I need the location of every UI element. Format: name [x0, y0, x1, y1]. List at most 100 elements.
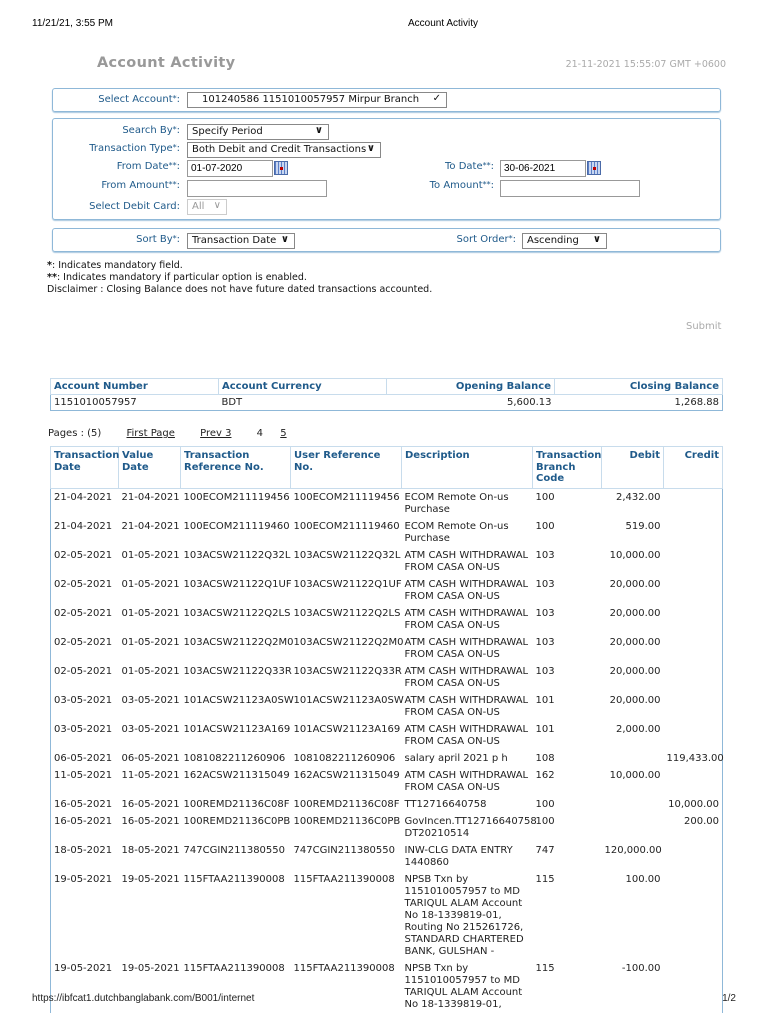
description: TT12716640758 — [404, 798, 487, 810]
user-reference: 1081082211260906 — [293, 752, 396, 764]
table-row: 21-04-2021 21-04-2021 100ECOM211119456 100E… — [51, 488, 723, 518]
user-reference: 115FTAA211390008 — [293, 873, 395, 885]
value-date: 11-05-2021 — [121, 769, 180, 781]
table-row: 06-05-2021 06-05-2021 1081082211260906 1081… — [51, 750, 724, 767]
branch-code: 108 — [535, 752, 555, 764]
chevron-down-icon: ∨ — [213, 200, 221, 211]
table-row: 02-05-2021 01-05-2021 103ACSW21122Q1UF 103A… — [51, 576, 723, 605]
search-by-dropdown[interactable]: Specify Period ∨ — [187, 124, 329, 140]
user-reference: 103ACSW21122Q32L — [293, 549, 401, 561]
transaction-date: 19-05-2021 — [54, 962, 113, 974]
description: ATM CASH WITHDRAWAL FROM CASA ON-US — [404, 636, 529, 660]
calendar-icon[interactable] — [274, 161, 288, 175]
branch-code: 100 — [535, 815, 555, 827]
user-reference: 100REMD21136C0PB — [293, 815, 401, 827]
credit-amount — [664, 721, 723, 750]
value-date: 19-05-2021 — [121, 962, 180, 974]
transaction-reference: 103ACSW21122Q1UF — [183, 578, 292, 590]
value-date: 01-05-2021 — [121, 578, 180, 590]
value-date: 01-05-2021 — [121, 636, 180, 648]
branch-code: 103 — [535, 578, 555, 590]
credit-amount: 119,433.00 — [666, 752, 724, 764]
search-by-label: Search By*: — [122, 125, 180, 136]
transaction-date: 02-05-2021 — [54, 665, 113, 677]
debit-amount: 2,432.00 — [615, 491, 661, 503]
branch-code: 747 — [535, 844, 555, 856]
credit-amount — [664, 871, 723, 960]
print-title: Account Activity — [408, 18, 479, 29]
sort-by-dropdown[interactable]: Transaction Date ∨ — [187, 233, 295, 249]
first-page-link[interactable]: First Page — [127, 428, 175, 439]
debit-amount: 120,000.00 — [604, 844, 662, 856]
credit-amount — [664, 663, 723, 692]
debit-amount — [602, 796, 664, 813]
sort-panel: Sort By*: Transaction Date ∨ Sort Order*:… — [52, 228, 721, 252]
submit-button[interactable]: Submit — [686, 321, 721, 332]
transaction-reference: 101ACSW21123A169 — [183, 723, 291, 735]
header-transaction-reference: Transaction Reference No. — [180, 446, 291, 489]
description: NPSB Txn by 1151010057957 to MD TARIQUL … — [404, 962, 523, 1010]
user-reference: 100REMD21136C08F — [293, 798, 400, 810]
user-reference: 101ACSW21123A169 — [293, 723, 401, 735]
transaction-type-label: Transaction Type*: — [89, 143, 180, 154]
debit-amount: 519.00 — [625, 520, 661, 532]
table-row: 19-05-2021 19-05-2021 115FTAA211390008 115F… — [51, 871, 723, 960]
user-reference: 162ACSW211315049 — [293, 769, 400, 781]
credit-amount: 200.00 — [684, 815, 719, 827]
to-date-input[interactable] — [500, 160, 586, 177]
transaction-reference: 100ECOM211119456 — [183, 491, 290, 503]
to-date-label: To Date**: — [445, 161, 494, 172]
debit-amount: 20,000.00 — [609, 665, 661, 677]
select-account-label: Select Account*: — [98, 94, 180, 105]
transaction-date: 11-05-2021 — [54, 769, 113, 781]
page-count: Pages : (5) — [48, 428, 102, 439]
branch-code: 101 — [535, 723, 555, 735]
current-page: 4 — [256, 428, 264, 439]
table-row: 18-05-2021 18-05-2021 747CGIN211380550 747C… — [51, 842, 723, 871]
debit-amount: -100.00 — [621, 962, 661, 974]
table-row: 03-05-2021 03-05-2021 101ACSW21123A169 101A… — [51, 721, 723, 750]
credit-amount — [664, 576, 723, 605]
branch-code: 100 — [535, 798, 555, 810]
table-row: 16-05-2021 16-05-2021 100REMD21136C08F 100R… — [51, 796, 723, 813]
search-panel: Search By*: Specify Period ∨ Transaction … — [52, 118, 721, 220]
notes: *: Indicates mandatory field. **: Indica… — [47, 260, 433, 295]
header-account-currency: Account Currency — [218, 378, 387, 395]
from-date-input[interactable] — [187, 160, 273, 177]
prev-page-link[interactable]: Prev 3 — [200, 428, 231, 439]
branch-code: 115 — [535, 873, 555, 885]
page-5-link[interactable]: 5 — [280, 428, 286, 439]
branch-code: 103 — [535, 636, 555, 648]
account-panel: Select Account*: 101240586 1151010057957… — [52, 88, 721, 112]
transaction-reference: 162ACSW211315049 — [183, 769, 290, 781]
sort-order-label: Sort Order*: — [456, 234, 516, 245]
debit-card-dropdown[interactable]: All ∨ — [187, 199, 227, 215]
debit-amount: 100.00 — [625, 873, 661, 885]
credit-amount: 10,000.00 — [668, 798, 719, 810]
transaction-reference: 100REMD21136C08F — [183, 798, 290, 810]
from-amount-label: From Amount**: — [101, 180, 180, 191]
value-date: 03-05-2021 — [121, 694, 180, 706]
credit-amount — [664, 518, 723, 547]
calendar-icon[interactable] — [587, 161, 601, 175]
debit-amount: 20,000.00 — [609, 636, 661, 648]
header-value-date: Value Date — [118, 446, 181, 489]
select-account-dropdown[interactable]: 101240586 1151010057957 Mirpur Branch ✓ — [187, 92, 447, 108]
table-row: 21-04-2021 21-04-2021 100ECOM211119460 100E… — [51, 518, 723, 547]
transaction-type-dropdown[interactable]: Both Debit and Credit Transactions ∨ — [187, 142, 381, 158]
debit-amount: 10,000.00 — [609, 769, 661, 781]
chevron-down-icon: ∨ — [314, 125, 323, 136]
to-amount-input[interactable] — [500, 180, 640, 197]
transaction-date: 21-04-2021 — [54, 491, 113, 503]
user-reference: 100ECOM211119456 — [293, 491, 400, 503]
credit-amount — [664, 488, 723, 518]
credit-amount — [664, 767, 723, 796]
from-amount-input[interactable] — [187, 180, 327, 197]
description: GovIncen.TT12716640758 DT20210514 — [404, 815, 537, 839]
branch-code: 101 — [535, 694, 555, 706]
branch-code: 103 — [535, 607, 555, 619]
transaction-reference: 115FTAA211390008 — [183, 873, 285, 885]
user-reference: 115FTAA211390008 — [293, 962, 395, 974]
page-title: Account Activity — [97, 55, 236, 71]
sort-order-dropdown[interactable]: Ascending ∨ — [522, 233, 607, 249]
